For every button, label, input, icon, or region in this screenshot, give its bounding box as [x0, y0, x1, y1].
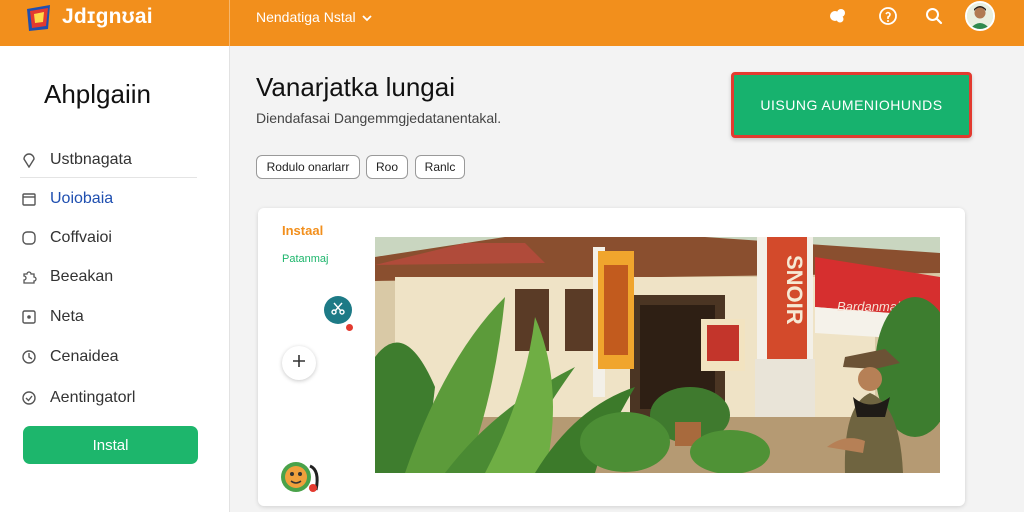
brand-logo-icon[interactable] [24, 3, 56, 33]
page-title: Vanarjatka lungai [256, 72, 455, 102]
card-sub-label: Patanmaj [282, 253, 329, 265]
filter-chip-1[interactable]: Roo [366, 155, 408, 179]
clock-icon [20, 348, 38, 366]
workspace-select-label: Nendatiga Nstal [256, 9, 356, 25]
sidebar-title: Ahplgaiin [44, 79, 151, 109]
sidebar-item-1[interactable]: Uoiobaia [20, 184, 198, 214]
scissors-icon [330, 300, 346, 321]
filter-chip-2[interactable]: Ranlc [415, 155, 465, 179]
sidebar-divider [20, 177, 197, 178]
sidebar: Ahplgaiin Ustbnagata Uoiobaia Coffvaioi … [0, 46, 230, 512]
sidebar-item-5[interactable]: Cenaidea [20, 342, 198, 372]
map-pin-icon [20, 151, 38, 169]
content-card: Instaal Patanmaj SNOIR Bardanmaja [258, 208, 965, 506]
sidebar-item-3[interactable]: Beeakan [20, 262, 198, 292]
sidebar-item-label: Ustbnagata [50, 151, 132, 168]
search-icon[interactable] [923, 5, 945, 27]
notification-dot [346, 324, 353, 331]
sidebar-item-2[interactable]: Coffvaioi [20, 223, 198, 253]
sidebar-item-label: Uoiobaia [50, 190, 114, 207]
top-bar: Jdɪgnʊai Nendatiga Nstal [0, 0, 1024, 46]
brand-name[interactable]: Jdɪgnʊai [62, 5, 153, 29]
sidebar-item-6[interactable]: Aentingatorl [20, 383, 198, 413]
village-photo: SNOIR Bardanmaja [375, 237, 940, 473]
filter-chip-0[interactable]: Rodulo onarlarr [256, 155, 360, 179]
add-button[interactable] [282, 346, 316, 380]
primary-cta-button[interactable]: UISUNG AUMENIOHUNDS [731, 72, 972, 138]
install-button[interactable]: Instal [23, 426, 198, 464]
page-subtitle: Diendafasai Dangemmgjedatanentakal. [256, 110, 502, 126]
mascot-icon[interactable] [280, 460, 326, 494]
photo-pole-text: SNOIR [782, 255, 807, 325]
square-dot-icon [20, 308, 38, 326]
workspace-select[interactable]: Nendatiga Nstal [256, 9, 372, 25]
help-icon[interactable] [877, 5, 899, 27]
plus-icon [291, 353, 307, 374]
calendar-icon [20, 190, 38, 208]
sidebar-item-label: Aentingatorl [50, 389, 136, 406]
chat-bubble-icon [20, 229, 38, 247]
brand-divider [229, 0, 230, 46]
card-label: Instaal [282, 223, 324, 238]
sidebar-item-0[interactable]: Ustbnagata [20, 145, 198, 175]
sidebar-item-label: Beeakan [50, 268, 114, 285]
tools-button[interactable] [324, 296, 352, 324]
check-circle-icon [20, 389, 38, 407]
user-avatar[interactable] [965, 1, 995, 31]
sidebar-item-label: Neta [50, 308, 84, 325]
puzzle-icon [20, 268, 38, 286]
sidebar-item-4[interactable]: Neta [20, 302, 198, 332]
chevron-down-icon [361, 9, 372, 25]
sidebar-item-label: Coffvaioi [50, 229, 112, 246]
sidebar-item-label: Cenaidea [50, 348, 119, 365]
apps-icon[interactable] [827, 5, 849, 27]
